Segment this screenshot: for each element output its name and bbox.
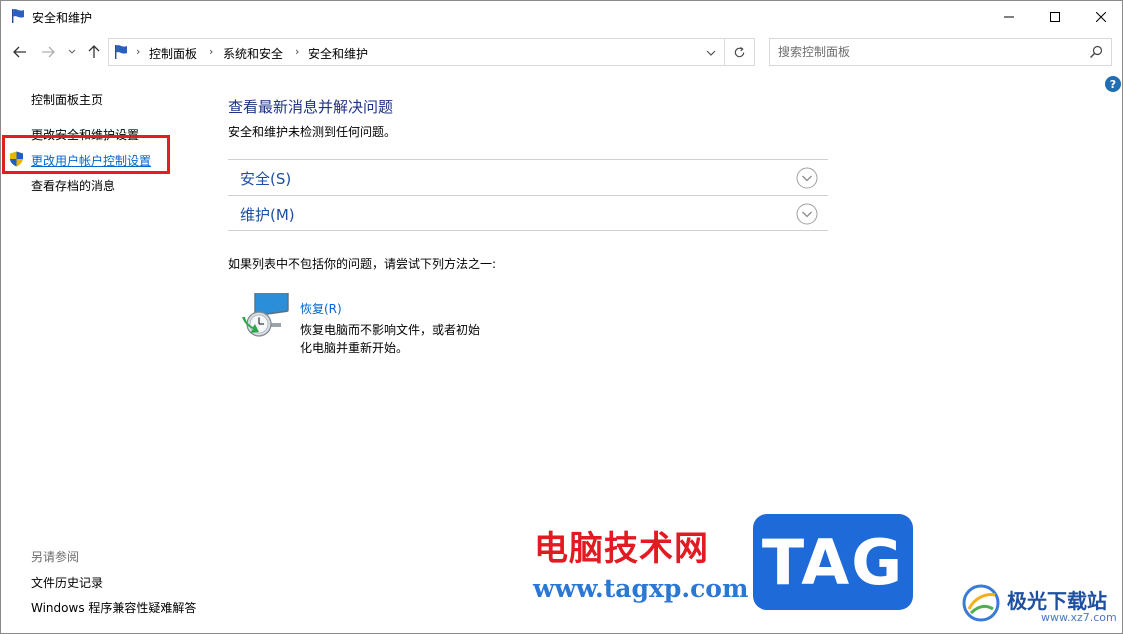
recent-locations-button[interactable]: [65, 37, 79, 67]
maximize-button[interactable]: [1032, 1, 1078, 33]
watermark-logo-url: www.xz7.com: [1041, 611, 1117, 624]
minimize-icon: [1004, 16, 1014, 18]
refresh-icon: [734, 46, 745, 57]
maximize-icon: [1050, 12, 1060, 22]
minimize-button[interactable]: [986, 1, 1032, 33]
close-button[interactable]: [1078, 1, 1122, 33]
forward-button[interactable]: [37, 37, 59, 67]
arrow-up-icon: [88, 45, 100, 58]
navigation-bar: › 控制面板 › 系统和安全 › 安全和维护: [1, 37, 1122, 67]
breadcrumb-separator[interactable]: ›: [295, 45, 299, 58]
section-security-label[interactable]: 安全(S): [240, 168, 291, 189]
chevron-down-circle-icon[interactable]: [796, 203, 818, 225]
close-icon: [1096, 12, 1106, 22]
recovery-description-line1: 恢复电脑而不影响文件，或者初始: [300, 323, 481, 337]
window-title: 安全和维护: [32, 11, 93, 25]
help-icon[interactable]: ?: [1105, 76, 1121, 92]
link-file-history[interactable]: 文件历史记录: [31, 574, 103, 591]
section-maintenance-label[interactable]: 维护(M): [240, 204, 295, 225]
arrow-right-icon: [42, 46, 55, 58]
breadcrumb-separator[interactable]: ›: [209, 45, 213, 58]
section-security[interactable]: 安全(S): [228, 159, 828, 195]
search-box[interactable]: [769, 38, 1112, 66]
flag-icon: [115, 45, 127, 59]
up-button[interactable]: [83, 37, 105, 67]
status-message: 安全和维护未检测到任何问题。: [228, 125, 397, 139]
link-compatibility-troubleshooter[interactable]: Windows 程序兼容性疑难解答: [31, 599, 196, 616]
search-icon[interactable]: [1089, 45, 1103, 59]
watermark-logo-text: 极光下载站: [1007, 589, 1107, 613]
breadcrumb-security-maintenance[interactable]: 安全和维护: [308, 45, 368, 62]
section-maintenance[interactable]: 维护(M): [228, 195, 828, 231]
see-also-title: 另请参阅: [31, 550, 80, 564]
link-control-panel-home[interactable]: 控制面板主页: [31, 91, 103, 108]
watermark-tag-logo: TAG: [753, 514, 913, 610]
back-button[interactable]: [9, 37, 31, 67]
watermark-aurora-logo-icon: [962, 584, 1000, 622]
title-bar: 安全和维护: [1, 1, 1122, 33]
breadcrumb-separator[interactable]: ›: [136, 45, 140, 58]
link-view-archived-messages[interactable]: 查看存档的消息: [31, 177, 115, 194]
highlight-annotation: [2, 135, 170, 174]
address-bar[interactable]: › 控制面板 › 系统和安全 › 安全和维护: [108, 38, 725, 66]
recovery-icon: [242, 293, 289, 337]
watermark-site-url: www.tagxp.com: [533, 574, 749, 603]
alternatives-intro: 如果列表中不包括你的问题，请尝试下列方法之一:: [228, 257, 497, 271]
refresh-button[interactable]: [725, 38, 755, 66]
flag-icon: [12, 9, 24, 23]
watermark-site-name: 电脑技术网: [534, 529, 709, 569]
chevron-down-icon: [68, 49, 76, 54]
search-input[interactable]: [778, 44, 1078, 60]
breadcrumb-control-panel[interactable]: 控制面板: [149, 45, 197, 62]
chevron-down-icon[interactable]: [704, 46, 718, 60]
recovery-link[interactable]: 恢复(R): [300, 300, 342, 317]
chevron-down-circle-icon[interactable]: [796, 167, 818, 189]
control-panel-window: 安全和维护 › 控制面板 › 系统和安全 › 安全和维护 搜索控制面板 ? 控制…: [0, 0, 1123, 634]
recovery-description-line2: 化电脑并重新开始。: [300, 341, 409, 355]
page-title: 查看最新消息并解决问题: [228, 98, 394, 116]
breadcrumb-system-security[interactable]: 系统和安全: [223, 45, 283, 62]
arrow-left-icon: [13, 46, 26, 58]
